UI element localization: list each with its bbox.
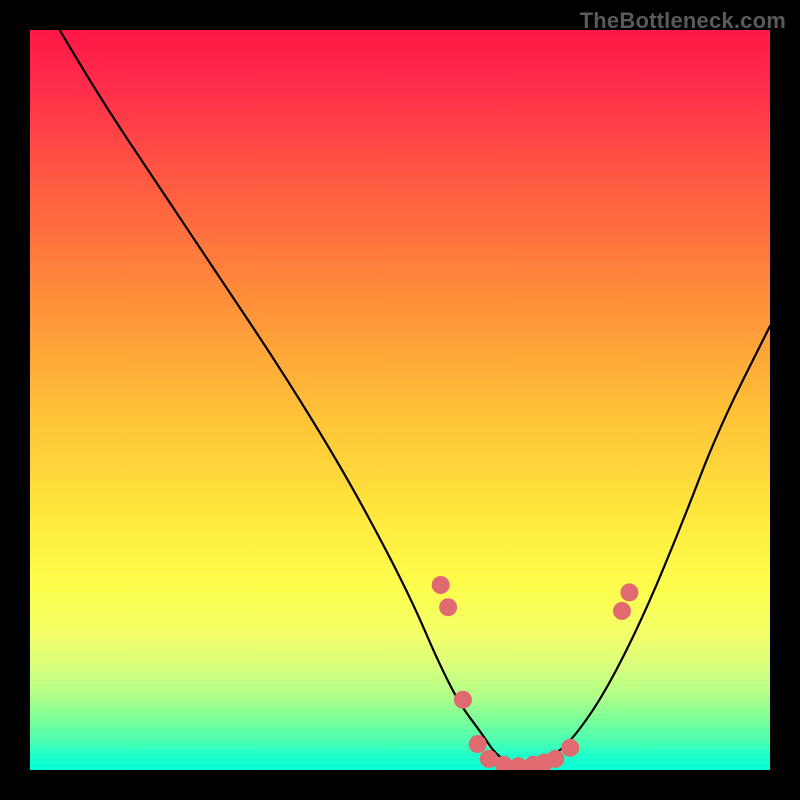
plot-area	[30, 30, 770, 770]
curve-svg	[30, 30, 770, 770]
highlight-point	[469, 735, 487, 753]
highlight-point	[454, 691, 472, 709]
highlight-point	[620, 583, 638, 601]
highlight-point	[613, 602, 631, 620]
highlight-point	[561, 739, 579, 757]
highlight-point	[546, 750, 564, 768]
bottleneck-curve	[60, 30, 770, 763]
highlight-point-group	[432, 576, 639, 770]
chart-frame: TheBottleneck.com	[0, 0, 800, 800]
highlight-point	[439, 598, 457, 616]
highlight-point	[432, 576, 450, 594]
